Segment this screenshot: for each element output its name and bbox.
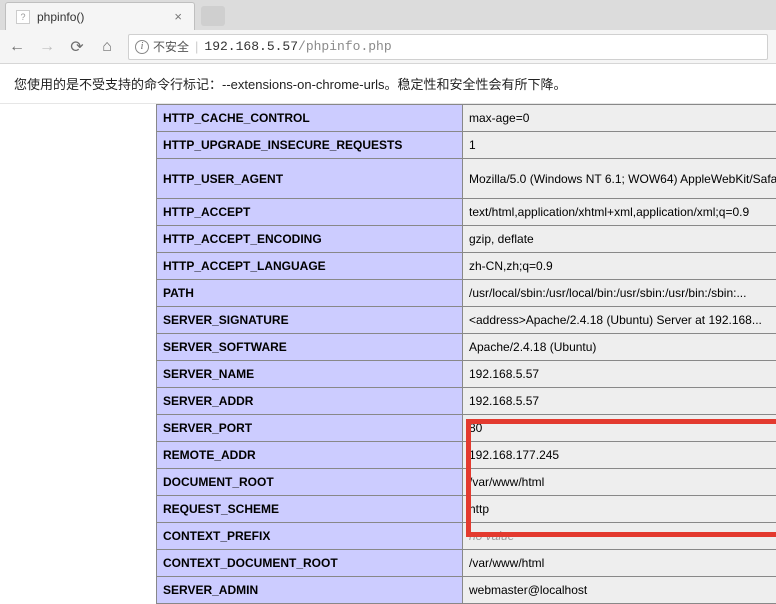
browser-toolbar: ← → ⟳ ⌂ i 不安全 | 192.168.5.57/phpinfo.php xyxy=(0,30,776,64)
phpinfo-value: 192.168.177.245 xyxy=(463,442,776,469)
page-favicon: ? xyxy=(16,10,30,24)
table-row: SERVER_PORT80 xyxy=(157,415,776,442)
no-value-label: no value xyxy=(469,529,514,543)
phpinfo-key: DOCUMENT_ROOT xyxy=(157,469,463,496)
url-host: 192.168.5.57 xyxy=(204,39,298,54)
browser-tabstrip: ? phpinfo() × xyxy=(0,0,776,30)
table-row: CONTEXT_DOCUMENT_ROOT/var/www/html xyxy=(157,550,776,577)
table-row: SERVER_NAME192.168.5.57 xyxy=(157,361,776,388)
phpinfo-key: CONTEXT_PREFIX xyxy=(157,523,463,550)
phpinfo-key: CONTEXT_DOCUMENT_ROOT xyxy=(157,550,463,577)
reload-button[interactable]: ⟳ xyxy=(68,37,86,57)
phpinfo-value: 192.168.5.57 xyxy=(463,388,776,415)
table-row: CONTEXT_PREFIX no value xyxy=(157,523,776,550)
info-icon: i xyxy=(135,40,149,54)
phpinfo-key: HTTP_CACHE_CONTROL xyxy=(157,105,463,132)
phpinfo-table-wrap: HTTP_CACHE_CONTROLmax-age=0HTTP_UPGRADE_… xyxy=(156,104,776,604)
table-row: REQUEST_SCHEMEhttp xyxy=(157,496,776,523)
phpinfo-key: REQUEST_SCHEME xyxy=(157,496,463,523)
phpinfo-key: HTTP_ACCEPT_ENCODING xyxy=(157,226,463,253)
phpinfo-key: SERVER_NAME xyxy=(157,361,463,388)
phpinfo-value: 192.168.5.57 xyxy=(463,361,776,388)
table-row: HTTP_ACCEPTtext/html,application/xhtml+x… xyxy=(157,199,776,226)
phpinfo-key: SERVER_ADMIN xyxy=(157,577,463,604)
phpinfo-value: Apache/2.4.18 (Ubuntu) xyxy=(463,334,776,361)
tab-title: phpinfo() xyxy=(37,10,172,24)
phpinfo-value: webmaster@localhost xyxy=(463,577,776,604)
table-row: PATH/usr/local/sbin:/usr/local/bin:/usr/… xyxy=(157,280,776,307)
table-row: REMOTE_ADDR192.168.177.245 xyxy=(157,442,776,469)
phpinfo-value: /var/www/html xyxy=(463,550,776,577)
phpinfo-key: SERVER_SOFTWARE xyxy=(157,334,463,361)
table-row: SERVER_SOFTWAREApache/2.4.18 (Ubuntu) xyxy=(157,334,776,361)
forward-button: → xyxy=(38,38,56,56)
info-bar-text: 您使用的是不受支持的命令行标记：--extensions-on-chrome-u… xyxy=(14,77,567,92)
phpinfo-value: http xyxy=(463,496,776,523)
security-badge[interactable]: i 不安全 xyxy=(135,38,189,55)
table-row: SERVER_SIGNATURE<address>Apache/2.4.18 (… xyxy=(157,307,776,334)
table-row: HTTP_ACCEPT_LANGUAGEzh-CN,zh;q=0.9 xyxy=(157,253,776,280)
phpinfo-value: /var/www/html xyxy=(463,469,776,496)
table-row: HTTP_CACHE_CONTROLmax-age=0 xyxy=(157,105,776,132)
table-row: HTTP_ACCEPT_ENCODINGgzip, deflate xyxy=(157,226,776,253)
phpinfo-key: HTTP_ACCEPT xyxy=(157,199,463,226)
phpinfo-value: zh-CN,zh;q=0.9 xyxy=(463,253,776,280)
info-bar: 您使用的是不受支持的命令行标记：--extensions-on-chrome-u… xyxy=(0,64,776,104)
phpinfo-key: HTTP_USER_AGENT xyxy=(157,159,463,199)
table-row: SERVER_ADMINwebmaster@localhost xyxy=(157,577,776,604)
security-label: 不安全 xyxy=(153,38,189,55)
phpinfo-key: PATH xyxy=(157,280,463,307)
phpinfo-value: gzip, deflate xyxy=(463,226,776,253)
table-row: DOCUMENT_ROOT/var/www/html xyxy=(157,469,776,496)
phpinfo-value: /usr/local/sbin:/usr/local/bin:/usr/sbin… xyxy=(463,280,776,307)
phpinfo-key: REMOTE_ADDR xyxy=(157,442,463,469)
url-path: /phpinfo.php xyxy=(298,39,392,54)
address-bar[interactable]: i 不安全 | 192.168.5.57/phpinfo.php xyxy=(128,34,768,60)
phpinfo-value: max-age=0 xyxy=(463,105,776,132)
phpinfo-key: SERVER_ADDR xyxy=(157,388,463,415)
home-button[interactable]: ⌂ xyxy=(98,38,116,56)
new-tab-button[interactable] xyxy=(201,6,225,26)
phpinfo-value: text/html,application/xhtml+xml,applicat… xyxy=(463,199,776,226)
close-tab-icon[interactable]: × xyxy=(172,9,184,24)
phpinfo-key: HTTP_UPGRADE_INSECURE_REQUESTS xyxy=(157,132,463,159)
url-text: 192.168.5.57/phpinfo.php xyxy=(204,39,761,54)
page-content: HTTP_CACHE_CONTROLmax-age=0HTTP_UPGRADE_… xyxy=(0,104,776,604)
browser-tab[interactable]: ? phpinfo() × xyxy=(5,2,195,30)
phpinfo-value: 80 xyxy=(463,415,776,442)
table-row: HTTP_USER_AGENTMozilla/5.0 (Windows NT 6… xyxy=(157,159,776,199)
table-row: SERVER_ADDR192.168.5.57 xyxy=(157,388,776,415)
phpinfo-value: no value xyxy=(463,523,776,550)
phpinfo-key: SERVER_PORT xyxy=(157,415,463,442)
phpinfo-value: <address>Apache/2.4.18 (Ubuntu) Server a… xyxy=(463,307,776,334)
table-row: HTTP_UPGRADE_INSECURE_REQUESTS1 xyxy=(157,132,776,159)
phpinfo-value: Mozilla/5.0 (Windows NT 6.1; WOW64) Appl… xyxy=(463,159,776,199)
back-button[interactable]: ← xyxy=(8,38,26,56)
phpinfo-table: HTTP_CACHE_CONTROLmax-age=0HTTP_UPGRADE_… xyxy=(156,104,776,604)
phpinfo-key: HTTP_ACCEPT_LANGUAGE xyxy=(157,253,463,280)
phpinfo-value: 1 xyxy=(463,132,776,159)
phpinfo-key: SERVER_SIGNATURE xyxy=(157,307,463,334)
